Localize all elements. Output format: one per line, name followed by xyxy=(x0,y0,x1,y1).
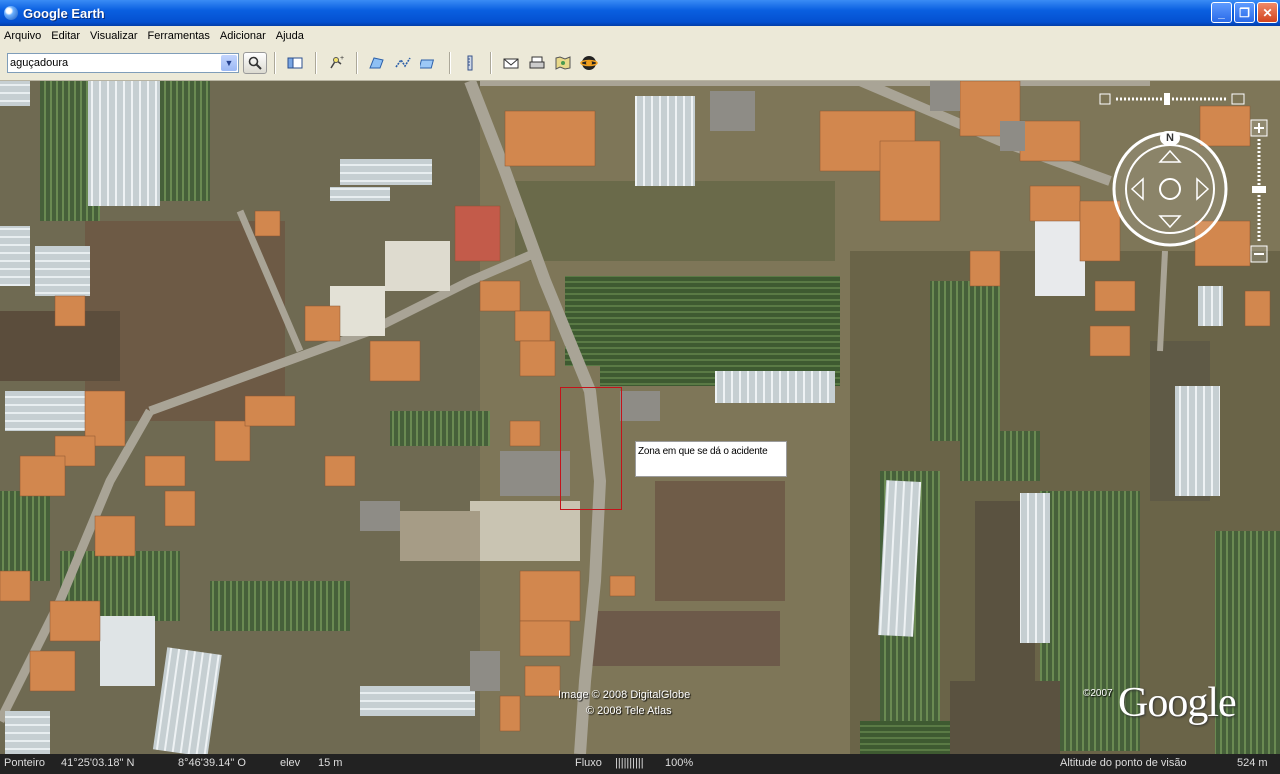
logo-copyright: ©2007 xyxy=(1083,688,1113,699)
menu-arquivo[interactable]: Arquivo xyxy=(4,30,41,42)
add-path-button[interactable] xyxy=(391,51,415,75)
accident-zone-marker xyxy=(560,387,622,510)
menu-editar[interactable]: Editar xyxy=(51,30,80,42)
satellite-imagery xyxy=(0,81,1280,754)
maximize-button[interactable]: ❐ xyxy=(1234,2,1255,23)
placemark-icon: + xyxy=(330,55,344,68)
print-button[interactable] xyxy=(525,51,549,75)
email-icon xyxy=(503,58,519,68)
map-data-credit: © 2008 Tele Atlas xyxy=(586,705,672,717)
window-title: Google Earth xyxy=(23,5,105,21)
map-viewport[interactable]: Zona em que se dá o acidente Image © 200… xyxy=(0,81,1280,754)
print-icon xyxy=(529,56,545,68)
email-button[interactable] xyxy=(499,51,523,75)
search-icon xyxy=(248,56,262,70)
pointer-longitude: 8°46'39.14" O xyxy=(178,757,246,769)
compass-north-label: N xyxy=(1166,132,1174,144)
google-earth-icon xyxy=(4,6,18,20)
annotation-label: Zona em que se dá o acidente xyxy=(635,441,787,477)
google-maps-icon xyxy=(555,55,571,70)
close-button[interactable]: ✕ xyxy=(1257,2,1278,23)
menu-ajuda[interactable]: Ajuda xyxy=(276,30,304,42)
sky-icon xyxy=(580,55,598,70)
tilt-slider[interactable] xyxy=(1098,91,1248,107)
status-bar: Ponteiro 41°25'03.18" N 8°46'39.14" O el… xyxy=(0,754,1280,774)
toolbar-separator xyxy=(449,51,450,74)
sky-button[interactable] xyxy=(577,51,601,75)
google-maps-button[interactable] xyxy=(551,51,575,75)
elevation-value: 15 m xyxy=(318,757,343,769)
menu-visualizar[interactable]: Visualizar xyxy=(90,30,138,42)
path-icon xyxy=(395,57,411,67)
toolbar-separator xyxy=(356,51,357,74)
ruler-icon xyxy=(467,55,473,70)
chevron-down-icon[interactable]: ▼ xyxy=(221,54,237,71)
stream-progress: |||||||||| xyxy=(615,757,644,769)
zoom-slider[interactable] xyxy=(1250,119,1268,267)
elevation-label: elev xyxy=(280,757,301,769)
polygon-icon xyxy=(369,56,384,68)
menu-adicionar[interactable]: Adicionar xyxy=(220,30,266,42)
add-polygon-button[interactable] xyxy=(365,51,389,75)
menu-bar: Arquivo Editar Visualizar Ferramentas Ad… xyxy=(0,26,1280,45)
eye-altitude-label: Altitude do ponto de visão xyxy=(1060,757,1187,769)
title-bar: Google Earth _ ❐ ✕ xyxy=(0,0,1280,26)
minimize-button[interactable]: _ xyxy=(1211,2,1232,23)
pointer-label: Ponteiro xyxy=(4,757,45,769)
add-placemark-button[interactable]: + xyxy=(324,51,348,75)
image-overlay-icon xyxy=(420,59,435,68)
stream-percent: 100% xyxy=(665,757,694,769)
pointer-latitude: 41°25'03.18" N xyxy=(61,757,135,769)
eye-altitude-value: 524 m xyxy=(1237,757,1268,769)
toolbar-separator xyxy=(315,51,316,74)
sidebar-icon xyxy=(287,57,303,68)
search-input[interactable] xyxy=(8,53,220,72)
toolbar-separator xyxy=(490,51,491,74)
ruler-button[interactable] xyxy=(458,51,482,75)
toolbar: ▼ + xyxy=(0,45,1280,81)
menu-ferramentas[interactable]: Ferramentas xyxy=(148,30,210,42)
toolbar-separator xyxy=(274,51,275,74)
search-button[interactable] xyxy=(243,51,267,74)
stream-label: Fluxo xyxy=(575,757,602,769)
svg-text:+: + xyxy=(340,55,344,62)
google-logo: Google xyxy=(1118,680,1237,726)
window-controls: _ ❐ ✕ xyxy=(1211,2,1278,23)
imagery-credit: Image © 2008 DigitalGlobe xyxy=(558,689,691,701)
navigation-compass[interactable]: N xyxy=(1110,129,1230,249)
search-combobox[interactable]: ▼ xyxy=(7,52,239,73)
sidebar-toggle-button[interactable] xyxy=(283,51,307,75)
add-image-overlay-button[interactable] xyxy=(417,51,441,75)
compass-icon xyxy=(1112,131,1228,247)
